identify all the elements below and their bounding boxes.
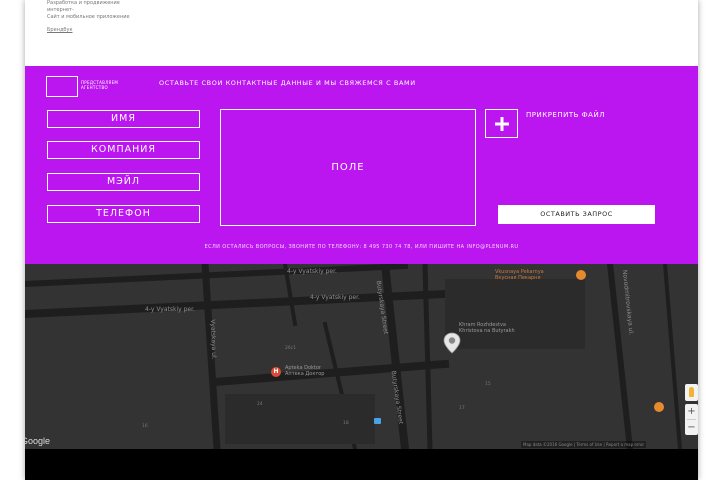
- zoom-in-button[interactable]: +: [685, 404, 698, 419]
- house-number-3: 16: [142, 424, 148, 429]
- street-label-3: 4-y Vyatskiy per.: [145, 306, 195, 313]
- poi-bakery-name-ru: Вкусная Пекарня: [495, 275, 541, 281]
- phone-field[interactable]: ТЕЛЕФОН: [47, 205, 200, 223]
- house-number-6: 17: [459, 406, 465, 411]
- street-view-pegman-icon[interactable]: [685, 384, 698, 401]
- top-links: Разработка и продвижение интернет- Сайт …: [47, 0, 130, 34]
- top-link-2[interactable]: интернет-: [47, 7, 130, 14]
- attach-file-label[interactable]: ПРИКРЕПИТЬ ФАЙЛ: [526, 111, 605, 119]
- cafe-marker-icon-2[interactable]: [654, 402, 664, 412]
- page-frame: Разработка и продвижение интернет- Сайт …: [25, 0, 698, 480]
- map[interactable]: 4-y Vyatskiy per. 4-y Vyatskiy per. 4-y …: [25, 264, 698, 449]
- name-field[interactable]: ИМЯ: [47, 110, 200, 128]
- footer-bar: [25, 449, 698, 480]
- logo-text-line-2: АГЕНТСТВО: [81, 85, 108, 90]
- message-placeholder: ПОЛЕ: [331, 162, 365, 173]
- street-label-4: Vyatskaya ul.: [208, 319, 218, 360]
- map-attribution[interactable]: Map data ©2016 Google | Terms of Use | R…: [521, 441, 647, 448]
- plus-icon: [494, 116, 509, 131]
- poi-bakery[interactable]: Vkusnaya Pekarnya Вкусная Пекарня: [495, 269, 544, 281]
- street-label-2: 4-y Vyatskiy per.: [310, 294, 360, 301]
- house-number-2: 24: [257, 402, 263, 407]
- transit-marker-icon[interactable]: [374, 418, 381, 424]
- email-field[interactable]: МЭЙЛ: [47, 173, 200, 191]
- poi-pharmacy-name-ru: Аптека Доктор: [285, 371, 325, 377]
- cafe-marker-icon[interactable]: [576, 270, 586, 280]
- zoom-control: + −: [685, 404, 698, 435]
- house-number-5: 15: [485, 382, 491, 387]
- street-label-1: 4-y Vyatskiy per.: [287, 268, 337, 275]
- map-roads: [25, 264, 683, 449]
- poi-pharmacy[interactable]: Apteka Doktor Аптека Доктор: [285, 365, 324, 377]
- logo: [46, 76, 78, 97]
- location-pin-icon[interactable]: [443, 332, 461, 354]
- top-link-brandbook[interactable]: Брендбук: [47, 27, 130, 34]
- message-field[interactable]: ПОЛЕ: [220, 109, 476, 226]
- poi-church-name-2: Khristova na Butyrakh: [459, 328, 515, 334]
- logo-text: ПРЕДСТАВЛЯЕМ АГЕНТСТВО: [81, 80, 118, 90]
- pharmacy-marker-icon[interactable]: H: [271, 367, 281, 377]
- contact-section: ПРЕДСТАВЛЯЕМ АГЕНТСТВО ОСТАВЬТЕ СВОИ КОН…: [25, 66, 698, 264]
- zoom-out-button[interactable]: −: [685, 420, 698, 435]
- top-link-1[interactable]: Разработка и продвижение: [47, 0, 130, 7]
- google-logo[interactable]: Google: [25, 436, 50, 446]
- attach-file-button[interactable]: [485, 109, 518, 138]
- contact-footnote: ЕСЛИ ОСТАЛИСЬ ВОПРОСЫ, ЗВОНИТЕ ПО ТЕЛЕФО…: [204, 244, 519, 250]
- top-link-3[interactable]: Сайт и мобильное приложение: [47, 14, 130, 21]
- submit-button[interactable]: ОСТАВИТЬ ЗАПРОС: [498, 205, 655, 224]
- poi-church[interactable]: Khram Rozhdestva Khristova na Butyrakh: [459, 322, 515, 334]
- house-number-4: 18: [343, 421, 349, 426]
- contact-headline: ОСТАВЬТЕ СВОИ КОНТАКТНЫЕ ДАННЫЕ И МЫ СВЯ…: [159, 79, 416, 87]
- house-number-1: 26с1: [285, 346, 297, 351]
- company-field[interactable]: КОМПАНИЯ: [47, 141, 200, 159]
